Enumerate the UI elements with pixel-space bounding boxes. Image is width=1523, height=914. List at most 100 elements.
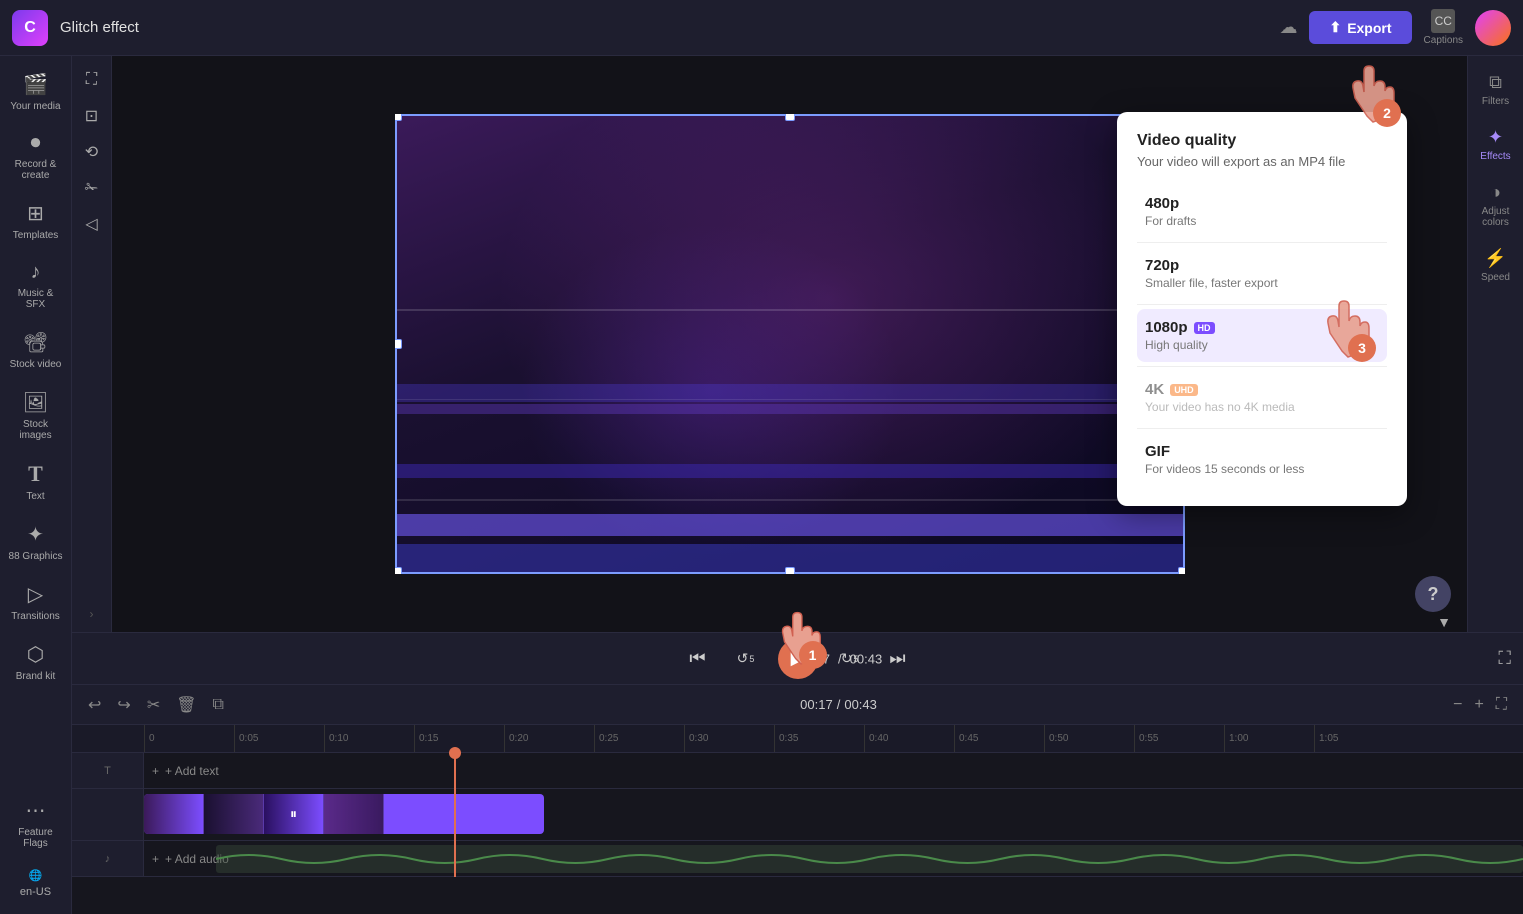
sidebar-item-record-create[interactable]: ⏺ Record &create <box>4 124 68 189</box>
app-logo: C <box>12 10 48 46</box>
glitch-background <box>395 114 1185 574</box>
sidebar-item-feature-flags[interactable]: ⋯ Feature Flags <box>4 790 68 857</box>
speed-icon: ⚡ <box>1484 248 1506 269</box>
quality-name-gif: GIF <box>1145 443 1379 460</box>
quality-option-720p[interactable]: 720p Smaller file, faster export <box>1137 247 1387 300</box>
glitch-stripe-3 <box>395 464 1185 478</box>
clip-pause-icon: ⏸ <box>290 806 297 823</box>
text-track-row: T + + Add text <box>72 753 1523 789</box>
timeline: ↩ ↪ ✂ 🗑 ⧉ 00:17 / 00:43 − + ⛶ <box>72 684 1523 914</box>
video-canvas <box>395 114 1185 574</box>
back-5s-button[interactable]: ↺5 <box>730 643 762 675</box>
clip-thumb-3: ⏸ <box>264 794 324 834</box>
sidebar-item-graphics[interactable]: ✦ 88 Graphics <box>4 514 68 570</box>
sidebar-item-music-sfx[interactable]: ♪ Music & SFX <box>4 253 68 318</box>
sidebar-item-stock-video[interactable]: 📽 Stock video <box>4 322 68 378</box>
sidebar-item-your-media[interactable]: 🎬 Your media <box>4 64 68 120</box>
language-selector[interactable]: 🌐 en-US <box>4 861 68 906</box>
right-tool-adjust-colors[interactable]: ◑ Adjust colors <box>1470 174 1522 236</box>
quality-popup-title: Video quality <box>1137 132 1387 150</box>
ruler-mark-010: 0:10 <box>324 725 414 753</box>
collapse-panel-btn[interactable]: ▼ <box>1437 614 1451 630</box>
transform-tool[interactable]: ⟲ <box>76 136 108 168</box>
quality-desc-1080p: High quality <box>1145 338 1379 352</box>
glitch-line-3 <box>395 499 1185 501</box>
captions-icon: CC <box>1431 9 1455 33</box>
export-icon: ⬆ <box>1329 19 1341 36</box>
right-tool-effects[interactable]: ✦ Effects <box>1470 119 1522 170</box>
collapse-btn[interactable]: › <box>76 604 108 624</box>
ruler-mark-040: 0:40 <box>864 725 954 753</box>
fullscreen-button[interactable]: ⛶ <box>1498 648 1511 669</box>
quality-option-480p[interactable]: 480p For drafts <box>1137 185 1387 238</box>
sidebar-item-stock-images[interactable]: 🖼 Stock images <box>4 382 68 449</box>
quality-desc-4k: Your video has no 4K media <box>1145 400 1379 414</box>
sidebar-item-brand-kit[interactable]: ⬡ Brand kit <box>4 634 68 690</box>
feature-flags-icon: ⋯ <box>26 798 46 823</box>
zoom-out-button[interactable]: − <box>1449 692 1466 718</box>
select-tool[interactable]: ⛶ <box>76 64 108 96</box>
user-avatar[interactable] <box>1475 10 1511 46</box>
sidebar-item-templates[interactable]: ⊞ Templates <box>4 193 68 249</box>
add-text-icon: + <box>152 764 159 778</box>
add-text-button[interactable]: + + Add text <box>144 753 1523 788</box>
cut-button[interactable]: ✂ <box>143 691 164 719</box>
duplicate-button[interactable]: ⧉ <box>209 692 228 718</box>
playhead-handle[interactable] <box>449 747 461 759</box>
crop-tool[interactable]: ⊡ <box>76 100 108 132</box>
center-area: ⛶ ⊡ ⟲ ✁ ◁ › <box>72 56 1523 914</box>
playhead[interactable] <box>454 753 456 877</box>
quality-divider-4 <box>1137 428 1387 429</box>
zoom-in-button[interactable]: + <box>1470 692 1487 718</box>
quality-name-720p: 720p <box>1145 257 1379 274</box>
quality-option-gif[interactable]: GIF For videos 15 seconds or less <box>1137 433 1387 486</box>
delete-button[interactable]: 🗑 <box>172 691 200 719</box>
text-track-icon: T <box>104 765 111 777</box>
track-area: T + + Add text <box>72 753 1523 877</box>
split-tool[interactable]: ✁ <box>76 172 108 204</box>
time-ruler: 0 0:05 0:10 0:15 0:20 0:25 0:30 0:35 0:4… <box>72 725 1523 753</box>
ruler-mark-030: 0:30 <box>684 725 774 753</box>
redo-button[interactable]: ↪ <box>113 691 134 719</box>
music-icon: ♪ <box>31 261 41 284</box>
help-button[interactable]: ? <box>1415 576 1451 612</box>
quality-divider-2 <box>1137 304 1387 305</box>
left-sidebar: 🎬 Your media ⏺ Record &create ⊞ Template… <box>0 56 72 914</box>
ruler-mark-045: 0:45 <box>954 725 1044 753</box>
project-title[interactable]: Glitch effect <box>60 19 1267 36</box>
glitch-line-1 <box>395 309 1185 311</box>
record-create-icon: ⏺ <box>31 132 41 155</box>
expand-timeline-button[interactable]: ⛶ <box>1492 692 1511 718</box>
skip-forward-button[interactable]: ⏭ <box>882 643 914 675</box>
sidebar-item-text[interactable]: T Text <box>4 453 68 510</box>
editor-wrapper: ⛶ ⊡ ⟲ ✁ ◁ › <box>72 56 1523 632</box>
quality-divider-3 <box>1137 366 1387 367</box>
quality-desc-gif: For videos 15 seconds or less <box>1145 462 1379 476</box>
quality-desc-720p: Smaller file, faster export <box>1145 276 1379 290</box>
undo-button[interactable]: ↩ <box>84 691 105 719</box>
templates-icon: ⊞ <box>27 201 44 226</box>
text-track-label: T <box>72 753 144 788</box>
trim-tool[interactable]: ◁ <box>76 208 108 240</box>
brand-kit-icon: ⬡ <box>27 642 44 667</box>
time-separator: / <box>838 651 842 666</box>
quality-option-1080p[interactable]: 1080p HD High quality <box>1137 309 1387 362</box>
video-clip[interactable]: ⏸ <box>144 794 544 834</box>
text-track-content: + + Add text <box>144 753 1523 788</box>
skip-back-button[interactable]: ⏮ <box>682 643 714 675</box>
right-tool-speed[interactable]: ⚡ Speed <box>1470 240 1522 291</box>
export-button[interactable]: ⬆ Export <box>1309 11 1411 44</box>
video-track-content: ⏸ <box>144 789 1523 840</box>
quality-option-4k: 4K UHD Your video has no 4K media <box>1137 371 1387 424</box>
adjust-colors-icon: ◑ <box>1490 182 1501 203</box>
right-tool-filters[interactable]: ⧉ Filters <box>1470 64 1522 115</box>
main-layout: 🎬 Your media ⏺ Record &create ⊞ Template… <box>0 56 1523 914</box>
sidebar-item-transitions[interactable]: ▷ Transitions <box>4 574 68 630</box>
ruler-mark-035: 0:35 <box>774 725 864 753</box>
captions-button[interactable]: CC Captions <box>1424 9 1463 46</box>
ruler-mark-025: 0:25 <box>594 725 684 753</box>
audio-track-row: ♪ + + Add audio <box>72 841 1523 877</box>
graphics-icon: ✦ <box>27 522 44 547</box>
text-icon: T <box>28 461 43 487</box>
glitch-stripe-2 <box>395 404 1185 414</box>
